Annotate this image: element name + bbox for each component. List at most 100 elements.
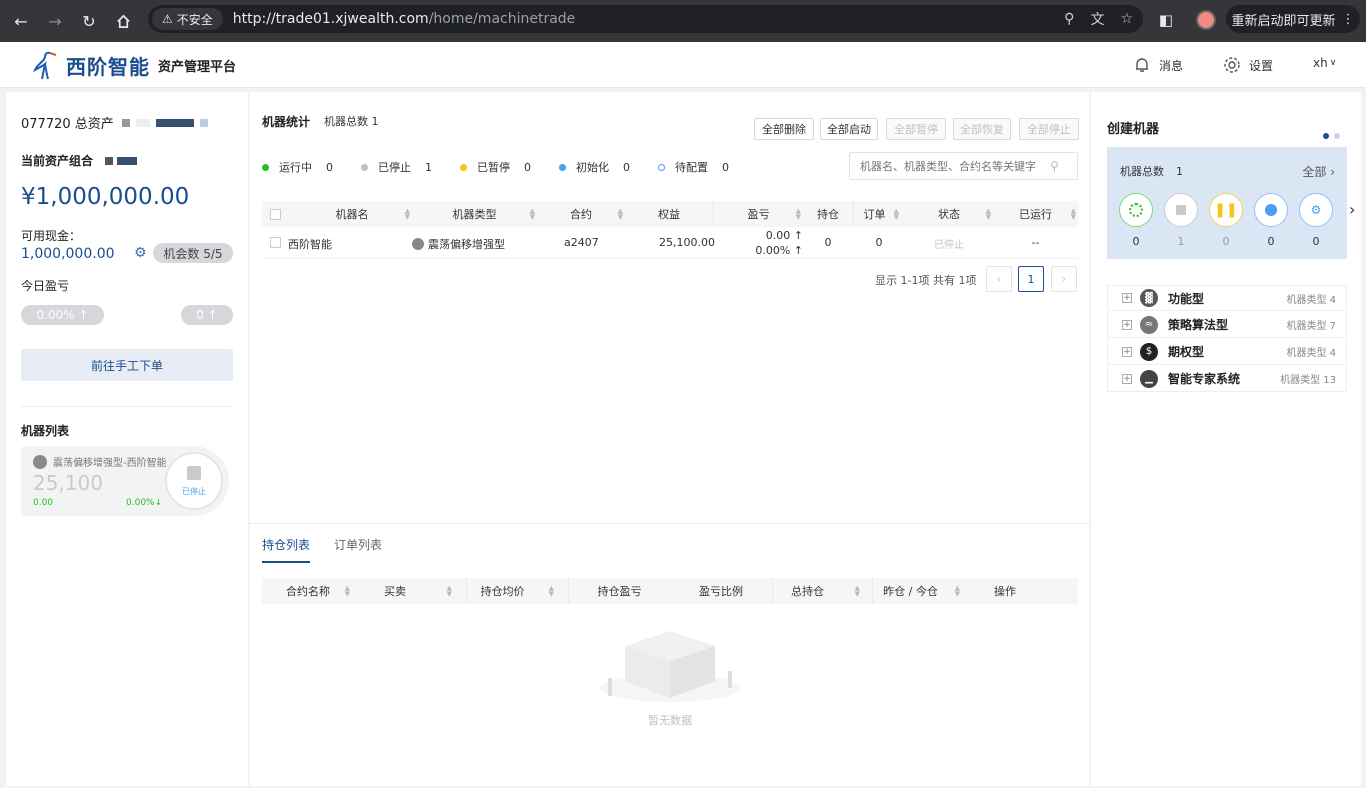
sidepanel-icon[interactable]: ◧	[1152, 6, 1180, 34]
logo[interactable]: 西阶智能 资产管理平台	[30, 50, 236, 80]
paused-count[interactable]: ❚❚ 0	[1209, 193, 1243, 248]
search-input[interactable]	[860, 159, 1050, 173]
coins-icon: $	[1140, 342, 1158, 361]
forward-icon[interactable]: →	[38, 4, 72, 38]
messages-button[interactable]: 消息	[1133, 56, 1183, 74]
translate-icon[interactable]: 文	[1090, 9, 1104, 29]
col-runtime[interactable]: 已运行 ▲ ▼	[993, 201, 1078, 227]
page-1-button[interactable]: 1	[1018, 266, 1044, 292]
key-icon[interactable]: ⚲	[1064, 11, 1074, 27]
status-paused[interactable]: 已暂停 0	[460, 159, 531, 175]
col-contract-name[interactable]: 合约名称 ▲ ▼	[262, 578, 364, 604]
status-running[interactable]: 运行中 0	[262, 159, 333, 175]
empty-text: 暂无数据	[648, 714, 692, 727]
col-actions[interactable]: 操作	[972, 578, 1078, 604]
status-stopped[interactable]: 已停止 1	[361, 159, 432, 175]
category-options[interactable]: + $ 期权型 机器类型 4	[1107, 339, 1347, 365]
row-contract: a2407	[564, 236, 599, 249]
user-menu[interactable]: xh ∨	[1313, 56, 1336, 70]
col-yesterday-today[interactable]: 昨仓 / 今仓 ▲ ▼	[872, 578, 972, 604]
row-runtime: --	[1031, 236, 1040, 249]
masked-portfolio	[105, 156, 138, 165]
prev-page-button[interactable]: ‹	[986, 266, 1012, 292]
table-row[interactable]: 西阶智能 震荡偏移增强型 a2407 25,100.00 0.00 ↑ 0.00…	[262, 227, 1078, 259]
pending-count[interactable]: ⚙ 0	[1299, 193, 1333, 248]
stop-icon	[1176, 205, 1186, 215]
expand-icon: +	[1122, 373, 1132, 384]
stopped-count[interactable]: 1	[1164, 193, 1198, 248]
col-contract[interactable]: 合约 ▲ ▼	[537, 201, 625, 227]
tab-positions[interactable]: 持仓列表	[262, 536, 311, 563]
col-orders[interactable]: 订单 ▲ ▼	[853, 201, 905, 227]
col-position-pnl[interactable]: 持仓盈亏	[568, 578, 670, 604]
next-page-button[interactable]: ›	[1051, 266, 1077, 292]
profile-avatar[interactable]	[1192, 6, 1220, 34]
category-strategy[interactable]: + ≈ 策略算法型 机器类型 7	[1107, 312, 1347, 338]
search-box[interactable]: ⚲	[849, 152, 1078, 180]
machine-card-status[interactable]: 已停止	[165, 452, 223, 510]
stop-icon	[187, 465, 201, 480]
gear-icon[interactable]: ⚙	[134, 245, 147, 261]
row-type: 震荡偏移增强型	[412, 236, 505, 252]
col-side[interactable]: 买卖 ▲ ▼	[364, 578, 466, 604]
machine-card[interactable]: 震荡偏移增强型-西阶智能 25,100 0.00 0.00%↓ 已停止	[21, 446, 229, 516]
stop-all-button[interactable]: 全部停止	[1019, 118, 1079, 140]
brand-name: 西阶智能	[66, 54, 150, 79]
carousel-next-icon[interactable]: ›	[1349, 200, 1355, 219]
settings-button[interactable]: 设置	[1223, 56, 1273, 74]
chevron-down-icon: ∨	[1329, 58, 1337, 68]
col-pnl-ratio[interactable]: 盈亏比例	[670, 578, 772, 604]
masked-value	[121, 118, 208, 127]
pause-all-button[interactable]: 全部暂停	[886, 118, 946, 140]
init-count[interactable]: 0	[1254, 193, 1288, 248]
pause-icon: ❚❚	[1214, 202, 1238, 218]
stats-title: 机器统计	[262, 115, 311, 129]
row-position: 0	[824, 236, 832, 249]
gear-icon: ⚙	[1310, 203, 1322, 217]
running-count[interactable]: 0	[1119, 193, 1153, 248]
machine-table-header: 机器名 ▲ ▼ 机器类型 ▲ ▼ 合约 ▲ ▼ 权益 盈亏 ▲ ▼ 持仓 订单 ▲ ▼ 状态 ▲ ▼ 已…	[262, 201, 1078, 227]
create-title: 创建机器	[1107, 122, 1160, 137]
star-icon[interactable]: ☆	[1120, 11, 1133, 27]
insecure-badge[interactable]: ⚠ 不安全	[152, 8, 223, 30]
col-name[interactable]: 机器名 ▲ ▼	[292, 201, 412, 227]
manual-order-button[interactable]: 前往手工下单	[21, 349, 233, 381]
gear-icon	[1224, 57, 1240, 73]
expand-icon: +	[1122, 346, 1132, 357]
tab-orders[interactable]: 订单列表	[334, 536, 382, 553]
col-status[interactable]: 状态 ▲ ▼	[905, 201, 993, 227]
view-all-link[interactable]: 全部 ›	[1302, 163, 1335, 180]
reload-icon[interactable]: ↻	[72, 4, 106, 38]
stats-total: 机器总数 1	[324, 115, 379, 128]
machine-type-icon	[33, 454, 47, 469]
status-init[interactable]: 初始化 0	[559, 159, 630, 175]
select-all-checkbox[interactable]	[270, 208, 281, 220]
col-avg-price[interactable]: 持仓均价 ▲ ▼	[466, 578, 568, 604]
pnl-value-badge: 0 ↑	[181, 305, 233, 325]
machine-card-pnl-pct: 0.00%↓	[126, 498, 163, 508]
row-equity: 25,100.00	[659, 236, 715, 249]
browser-toolbar: ← → ↻ ⚠ 不安全 http://trade01.xjwealth.com/…	[0, 0, 1366, 42]
machine-list-label: 机器列表	[21, 424, 70, 438]
status-pending[interactable]: 待配置 0	[658, 159, 729, 175]
home-icon[interactable]	[106, 4, 140, 38]
back-icon[interactable]: ←	[4, 4, 38, 38]
category-functional[interactable]: + ▓ 功能型 机器类型 4	[1107, 285, 1347, 311]
row-checkbox[interactable]	[270, 237, 281, 248]
expand-icon: +	[1122, 293, 1132, 303]
address-bar[interactable]: ⚠ 不安全 http://trade01.xjwealth.com/home/m…	[148, 5, 1143, 33]
portfolio-label: 当前资产组合	[21, 154, 94, 168]
delete-all-button[interactable]: 全部删除	[754, 118, 814, 140]
machine-card-name: 震荡偏移增强型-西阶智能	[53, 458, 167, 469]
col-total-position[interactable]: 总持仓 ▲ ▼	[772, 578, 872, 604]
col-position[interactable]: 持仓	[803, 201, 853, 227]
start-all-button[interactable]: 全部启动	[820, 118, 878, 140]
category-expert[interactable]: + ▁ 智能专家系统 机器类型 13	[1107, 366, 1347, 392]
col-equity[interactable]: 权益	[625, 201, 713, 227]
col-pnl[interactable]: 盈亏 ▲ ▼	[713, 201, 803, 227]
carousel-dots[interactable]	[1323, 133, 1340, 139]
resume-all-button[interactable]: 全部恢复	[953, 118, 1011, 140]
update-button[interactable]: 重新启动即可更新 ⋮	[1226, 5, 1360, 33]
col-type[interactable]: 机器类型 ▲ ▼	[412, 201, 537, 227]
bell-icon	[1136, 58, 1148, 72]
